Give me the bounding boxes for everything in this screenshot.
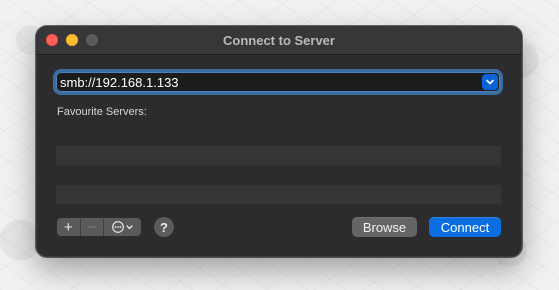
connect-to-server-window: Connect to Server Favourite Servers: + −	[36, 26, 522, 257]
browse-button[interactable]: Browse	[352, 217, 417, 237]
help-button[interactable]: ?	[154, 217, 174, 237]
server-address-input[interactable]	[60, 74, 470, 90]
plus-icon: +	[63, 218, 73, 236]
ellipsis-circle-icon	[111, 221, 133, 233]
server-address-combobox[interactable]	[56, 72, 500, 92]
remove-favourite-button[interactable]: −	[81, 218, 105, 236]
recent-servers-dropdown-button[interactable]	[482, 74, 498, 90]
question-icon: ?	[160, 219, 168, 235]
window-title: Connect to Server	[223, 33, 335, 48]
add-favourite-button[interactable]: +	[57, 218, 81, 236]
title-bar: Connect to Server	[36, 26, 522, 55]
connect-button[interactable]: Connect	[429, 217, 501, 237]
favourites-segmented-control: + −	[57, 218, 141, 236]
more-options-button[interactable]	[104, 218, 141, 236]
favourite-server-row[interactable]	[56, 146, 501, 165]
chevron-down-icon	[486, 79, 494, 85]
minus-icon: −	[87, 218, 97, 236]
favourite-servers-label: Favourite Servers:	[57, 106, 147, 118]
favourite-server-row[interactable]	[56, 185, 501, 204]
